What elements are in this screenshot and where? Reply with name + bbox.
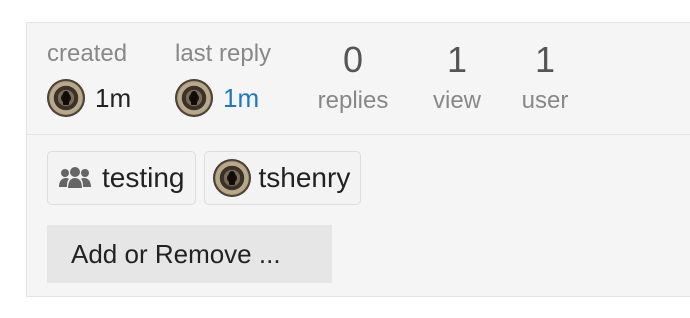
creator-avatar[interactable] <box>47 79 85 117</box>
group-icon <box>58 166 92 190</box>
created-time: 1m <box>95 82 132 113</box>
participant-avatar <box>212 159 251 197</box>
users-label: user <box>521 87 569 114</box>
last-replier-avatar[interactable] <box>175 79 213 117</box>
created-label: created <box>47 40 128 67</box>
participant-chip-user[interactable]: tshenry <box>203 151 362 205</box>
participant-chip-label: tshenry <box>258 162 351 193</box>
topic-stats-row: created 1m last reply 1m 0 replies 1 vie… <box>27 23 690 135</box>
created-value-row[interactable]: 1m <box>47 79 131 117</box>
participant-chips: testing tshenry <box>47 151 362 207</box>
last-reply-label: last reply <box>175 40 272 67</box>
users-count: 1 <box>534 39 556 80</box>
last-reply-value-row[interactable]: 1m <box>175 79 259 117</box>
participant-chip-group[interactable]: testing <box>47 151 196 205</box>
add-or-remove-button[interactable]: Add or Remove ... <box>47 225 332 283</box>
topic-map: created 1m last reply 1m 0 replies 1 vie… <box>26 22 690 297</box>
views-label: view <box>432 87 481 114</box>
participant-chip-label: testing <box>102 162 185 193</box>
replies-count: 0 <box>342 39 364 80</box>
views-count: 1 <box>446 39 468 80</box>
last-reply-time-link[interactable]: 1m <box>223 83 259 114</box>
replies-label: replies <box>317 87 389 114</box>
